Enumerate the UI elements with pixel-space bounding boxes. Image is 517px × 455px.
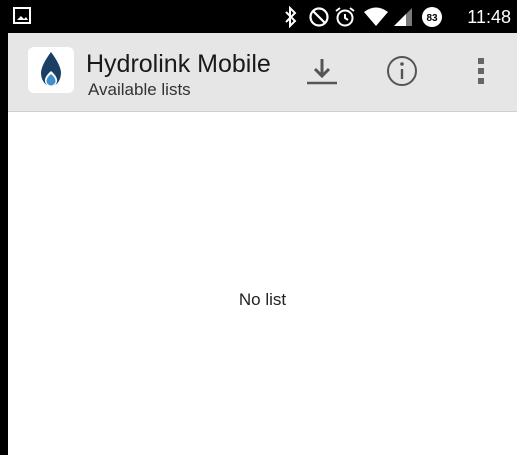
info-icon	[387, 56, 417, 86]
water-drop-icon	[41, 52, 61, 87]
battery-icon: 83	[422, 7, 442, 27]
do-not-disturb-icon	[309, 7, 329, 27]
overflow-menu-icon	[478, 58, 484, 84]
signal-icon	[394, 8, 412, 26]
overflow-menu-button[interactable]	[462, 51, 502, 91]
download-icon	[307, 59, 337, 85]
info-button[interactable]	[382, 51, 422, 91]
wifi-icon	[364, 7, 388, 26]
image-notification-icon	[13, 7, 31, 24]
screen-edge	[0, 0, 8, 455]
app-title: Hydrolink Mobile	[86, 50, 271, 78]
empty-state-message: No list	[238, 290, 287, 309]
svg-text:83: 83	[426, 13, 438, 24]
app-logo[interactable]	[28, 47, 74, 93]
screen-subtitle: Available lists	[88, 80, 191, 99]
bluetooth-icon	[285, 6, 297, 28]
list-content: No list	[8, 112, 517, 455]
alarm-icon	[335, 7, 355, 27]
download-button[interactable]	[302, 51, 342, 91]
action-bar: Hydrolink Mobile Available lists	[8, 33, 517, 112]
clock: 11:48	[467, 7, 511, 27]
status-bar: 83 11:48	[8, 0, 517, 33]
